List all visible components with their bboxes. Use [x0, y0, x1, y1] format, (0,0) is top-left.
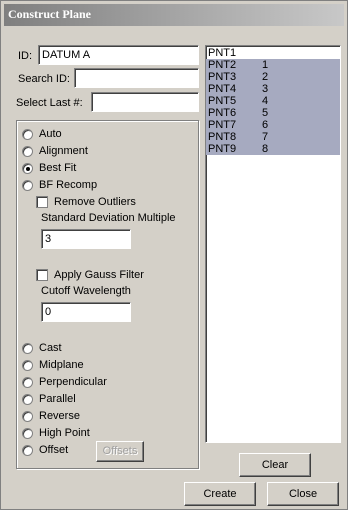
select-last-input[interactable]: [91, 92, 199, 112]
gauss-filter-box[interactable]: [36, 269, 48, 281]
radio-offset[interactable]: Offset: [22, 443, 68, 457]
radio-bf-recomp-button[interactable]: [22, 179, 33, 191]
radio-midplane[interactable]: Midplane: [22, 358, 84, 372]
close-button[interactable]: Close: [267, 482, 339, 506]
list-item[interactable]: PNT9 8: [206, 143, 340, 155]
window-title: Construct Plane: [8, 7, 91, 21]
std-dev-input[interactable]: 3: [41, 229, 131, 249]
radio-best-fit-button[interactable]: [22, 162, 33, 174]
radio-parallel[interactable]: Parallel: [22, 392, 76, 406]
list-item-index: 7: [262, 131, 269, 143]
radio-reverse-button[interactable]: [22, 410, 33, 422]
construct-plane-dialog: Construct Plane ID: DATUM A Search ID: S…: [0, 0, 348, 510]
remove-outliers-checkbox[interactable]: Remove Outliers: [36, 195, 136, 209]
list-item[interactable]: PNT4 3: [206, 83, 340, 95]
radio-alignment-button[interactable]: [22, 145, 33, 157]
list-item-name: PNT9: [208, 143, 237, 155]
list-item-index: 6: [262, 119, 269, 131]
list-item-index: 1: [262, 59, 269, 71]
radio-midplane-label: Midplane: [39, 359, 84, 371]
radio-perpendicular-button[interactable]: [22, 376, 33, 388]
radio-alignment-label: Alignment: [39, 145, 88, 157]
list-item-index: 8: [262, 143, 269, 155]
list-item[interactable]: PNT3 2: [206, 71, 340, 83]
gauss-filter-checkbox[interactable]: Apply Gauss Filter: [36, 268, 144, 282]
list-item-name: PNT2: [208, 59, 237, 71]
create-button[interactable]: Create: [184, 482, 256, 506]
radio-bf-recomp-label: BF Recomp: [39, 179, 98, 191]
radio-high-point-button[interactable]: [22, 427, 33, 439]
list-item-name: PNT3: [208, 71, 237, 83]
remove-outliers-label: Remove Outliers: [54, 196, 136, 208]
list-item-name: PNT5: [208, 95, 237, 107]
radio-auto[interactable]: Auto: [22, 127, 62, 141]
radio-high-point[interactable]: High Point: [22, 426, 90, 440]
radio-best-fit[interactable]: Best Fit: [22, 161, 76, 175]
radio-high-point-label: High Point: [39, 427, 90, 439]
search-id-input[interactable]: [74, 68, 199, 88]
list-item-name: PNT8: [208, 131, 237, 143]
radio-best-fit-label: Best Fit: [39, 162, 77, 174]
radio-cast-label: Cast: [39, 342, 62, 354]
radio-offset-button[interactable]: [22, 444, 33, 456]
gauss-filter-label: Apply Gauss Filter: [54, 269, 144, 281]
radio-cast[interactable]: Cast: [22, 341, 62, 355]
list-item[interactable]: PNT5 4: [206, 95, 340, 107]
clear-button[interactable]: Clear: [239, 453, 311, 477]
radio-alignment[interactable]: Alignment: [22, 144, 88, 158]
radio-bf-recomp[interactable]: BF Recomp: [22, 178, 97, 192]
radio-auto-label: Auto: [39, 128, 62, 140]
list-item[interactable]: PNT7 6: [206, 119, 340, 131]
cutoff-input[interactable]: 0: [41, 302, 131, 322]
list-item[interactable]: PNT1: [206, 47, 340, 59]
radio-offset-label: Offset: [39, 444, 69, 456]
id-label: ID:: [18, 50, 33, 62]
radio-midplane-button[interactable]: [22, 359, 33, 371]
list-item[interactable]: PNT6 5: [206, 107, 340, 119]
radio-auto-button[interactable]: [22, 128, 33, 140]
search-id-label: Search ID:: [18, 73, 70, 85]
list-item-index: 4: [262, 95, 269, 107]
radio-reverse-label: Reverse: [39, 410, 80, 422]
feature-list[interactable]: PNT1 PNT2 1 PNT3 2 PNT4 3 PNT5 4 PNT6 5 PNT7 6 PNT8 7 P…: [205, 45, 341, 443]
list-item-index: 5: [262, 107, 269, 119]
radio-cast-button[interactable]: [22, 342, 33, 354]
list-item-index: 3: [262, 83, 269, 95]
list-item-name: PNT6: [208, 107, 237, 119]
select-last-label: Select Last #:: [16, 97, 83, 109]
radio-parallel-label: Parallel: [39, 393, 76, 405]
radio-reverse[interactable]: Reverse: [22, 409, 80, 423]
offsets-button[interactable]: Offsets: [96, 441, 144, 462]
list-item-name: PNT4: [208, 83, 237, 95]
list-item[interactable]: PNT2 1: [206, 59, 340, 71]
radio-perpendicular-label: Perpendicular: [39, 376, 107, 388]
radio-perpendicular[interactable]: Perpendicular: [22, 375, 107, 389]
list-item-index: 2: [262, 71, 269, 83]
title-bar[interactable]: Construct Plane: [4, 4, 344, 26]
cutoff-label: Cutoff Wavelength: [41, 285, 131, 297]
list-item-name: PNT7: [208, 119, 237, 131]
id-input[interactable]: DATUM A: [38, 45, 199, 65]
list-item-name: PNT1: [208, 47, 237, 59]
radio-parallel-button[interactable]: [22, 393, 33, 405]
list-item[interactable]: PNT8 7: [206, 131, 340, 143]
remove-outliers-box[interactable]: [36, 196, 48, 208]
std-dev-label: Standard Deviation Multiple: [41, 212, 176, 224]
